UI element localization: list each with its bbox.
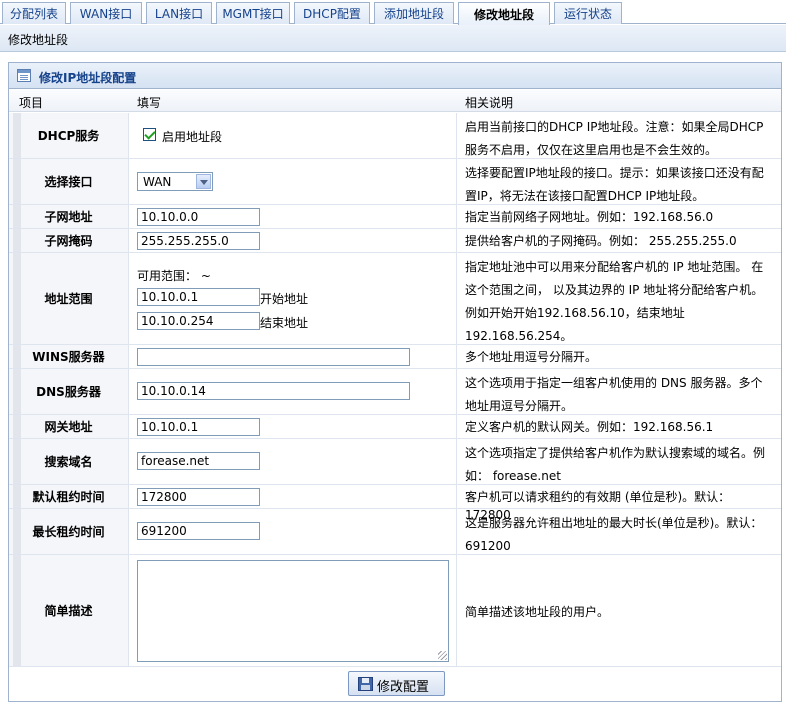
save-config-label: 修改配置 bbox=[377, 680, 430, 695]
row-description: 客户机可以请求租约的有效期 (单位是秒)。默认：172800 bbox=[465, 490, 731, 522]
row-label: WINS服务器 bbox=[9, 345, 129, 368]
tab-mgmt-interface[interactable]: MGMT接口 bbox=[216, 2, 290, 24]
range-start-label: 开始地址 bbox=[260, 292, 309, 306]
row-fill bbox=[129, 555, 457, 666]
config-panel: 修改IP地址段配置 项目 填写 相关说明 DHCP服务 启用地址段 启用当前接口… bbox=[8, 62, 782, 702]
description-textarea[interactable] bbox=[137, 560, 449, 662]
table-row-default-lease: 默认租约时间 172800 客户机可以请求租约的有效期 (单位是秒)。默认：17… bbox=[9, 485, 781, 522]
range-start-input[interactable]: 10.10.0.1 bbox=[137, 288, 260, 306]
search-domain-input[interactable]: forease.net bbox=[137, 452, 260, 470]
row-description: 这个选项用于指定一组客户机使用的 DNS 服务器。多个地址用逗号分隔开。 bbox=[465, 376, 763, 413]
row-description: 指定地址池中可以用来分配给客户机的 IP 地址范围。 在这个范围之间， 以及其边… bbox=[465, 260, 764, 343]
table-row-max-lease: 最长租约时间 691200 这是服务器允许租出地址的最大时长(单位是秒)。默认：… bbox=[9, 509, 781, 555]
chevron-down-icon[interactable] bbox=[196, 174, 211, 189]
row-description: 提供给客户机的子网掩码。例如： 255.255.255.0 bbox=[465, 234, 737, 248]
interface-select-value: WAN bbox=[143, 175, 172, 189]
row-fill: 691200 bbox=[129, 509, 457, 554]
table-header: 项目 填写 相关说明 bbox=[9, 90, 781, 112]
save-disk-icon bbox=[358, 677, 373, 691]
row-label: 默认租约时间 bbox=[9, 485, 129, 508]
row-fill: 255.255.255.0 bbox=[129, 229, 457, 252]
row-fill: 10.10.0.14 bbox=[129, 369, 457, 414]
page-title: 修改地址段 bbox=[8, 33, 69, 47]
row-fill: 10.10.0.1 bbox=[129, 415, 457, 438]
available-range-text: 可用范围： ~ bbox=[137, 269, 211, 283]
row-description: 多个地址用逗号分隔开。 bbox=[465, 350, 598, 364]
row-label: DHCP服务 bbox=[9, 113, 129, 158]
row-label: 选择接口 bbox=[9, 159, 129, 204]
row-description: 指定当前网络子网地址。例如：192.168.56.0 bbox=[465, 210, 714, 224]
row-fill: WAN bbox=[129, 159, 457, 204]
panel-title: 修改IP地址段配置 bbox=[39, 71, 137, 85]
table-row-netmask: 子网掩码 255.255.255.0 提供给客户机的子网掩码。例如： 255.2… bbox=[9, 229, 781, 253]
subnet-input[interactable]: 10.10.0.0 bbox=[137, 208, 260, 226]
row-fill: 172800 bbox=[129, 485, 457, 508]
tab-lan-interface[interactable]: LAN接口 bbox=[146, 2, 212, 24]
row-label: 地址范围 bbox=[9, 253, 129, 344]
panel-header: 修改IP地址段配置 bbox=[9, 63, 781, 89]
wins-server-input[interactable] bbox=[137, 348, 410, 366]
form-footer: 修改配置 bbox=[9, 666, 781, 701]
row-description: 简单描述该地址段的用户。 bbox=[465, 604, 610, 619]
resize-grip-icon[interactable] bbox=[438, 651, 447, 660]
row-label: 最长租约时间 bbox=[9, 509, 129, 554]
range-end-input[interactable]: 10.10.0.254 bbox=[137, 312, 260, 330]
interface-select[interactable]: WAN bbox=[137, 172, 213, 191]
tab-bar: 分配列表 WAN接口 LAN接口 MGMT接口 DHCP配置 添加地址段 修改地… bbox=[0, 0, 786, 25]
table-row-subnet: 子网地址 10.10.0.0 指定当前网络子网地址。例如：192.168.56.… bbox=[9, 205, 781, 229]
enable-range-label: 启用地址段 bbox=[162, 130, 223, 144]
column-header-item: 项目 bbox=[19, 96, 44, 110]
row-label: 子网地址 bbox=[9, 205, 129, 228]
row-description: 这是服务器允许租出地址的最大时长(单位是秒)。默认：691200 bbox=[465, 516, 763, 553]
tab-run-status[interactable]: 运行状态 bbox=[554, 2, 622, 24]
tab-dhcp-config[interactable]: DHCP配置 bbox=[294, 2, 370, 24]
table-row-dns: DNS服务器 10.10.0.14 这个选项用于指定一组客户机使用的 DNS 服… bbox=[9, 369, 781, 415]
row-description: 定义客户机的默认网关。例如：192.168.56.1 bbox=[465, 420, 714, 434]
tab-edit-range[interactable]: 修改地址段 bbox=[458, 2, 550, 25]
tab-allocation-list[interactable]: 分配列表 bbox=[2, 2, 66, 24]
tab-wan-interface[interactable]: WAN接口 bbox=[70, 2, 142, 24]
table-row-interface: 选择接口 WAN 选择要配置IP地址段的接口。提示：如果该接口还没有配置IP，将… bbox=[9, 159, 781, 205]
save-config-button[interactable]: 修改配置 bbox=[348, 671, 445, 696]
row-fill bbox=[129, 345, 457, 368]
row-label: 网关地址 bbox=[9, 415, 129, 438]
row-label: 简单描述 bbox=[9, 555, 129, 666]
row-description: 启用当前接口的DHCP IP地址段。注意：如果全局DHCP服务不启用，仅仅在这里… bbox=[465, 120, 764, 157]
row-description: 选择要配置IP地址段的接口。提示：如果该接口还没有配置IP，将无法在该接口配置D… bbox=[465, 166, 764, 203]
tab-add-range[interactable]: 添加地址段 bbox=[374, 2, 454, 24]
row-fill: 可用范围： ~ 10.10.0.1 开始地址 10.10.0.254 结束地址 bbox=[129, 253, 457, 344]
table-row-dhcp-service: DHCP服务 启用地址段 启用当前接口的DHCP IP地址段。注意：如果全局DH… bbox=[9, 113, 781, 159]
row-label: 子网掩码 bbox=[9, 229, 129, 252]
table-row-gateway: 网关地址 10.10.0.1 定义客户机的默认网关。例如：192.168.56.… bbox=[9, 415, 781, 439]
row-label: 搜索域名 bbox=[9, 439, 129, 484]
page-header: 修改地址段 bbox=[0, 25, 786, 52]
row-fill: 10.10.0.0 bbox=[129, 205, 457, 228]
range-end-label: 结束地址 bbox=[260, 316, 309, 330]
enable-range-checkbox[interactable] bbox=[143, 128, 156, 141]
table-row-description: 简单描述 简单描述该地址段的用户。 bbox=[9, 555, 781, 667]
table-icon bbox=[17, 69, 31, 82]
column-header-fill: 填写 bbox=[137, 96, 162, 110]
table-row-wins: WINS服务器 多个地址用逗号分隔开。 bbox=[9, 345, 781, 369]
row-description: 这个选项指定了提供给客户机作为默认搜索域的域名。例如： forease.net bbox=[465, 446, 766, 483]
max-lease-input[interactable]: 691200 bbox=[137, 522, 260, 540]
column-header-desc: 相关说明 bbox=[465, 96, 514, 110]
row-label: DNS服务器 bbox=[9, 369, 129, 414]
row-fill: forease.net bbox=[129, 439, 457, 484]
row-fill: 启用地址段 bbox=[129, 113, 457, 158]
default-lease-input[interactable]: 172800 bbox=[137, 488, 260, 506]
netmask-input[interactable]: 255.255.255.0 bbox=[137, 232, 260, 250]
gateway-input[interactable]: 10.10.0.1 bbox=[137, 418, 260, 436]
table-row-address-range: 地址范围 可用范围： ~ 10.10.0.1 开始地址 10.10.0.254 … bbox=[9, 253, 781, 345]
dns-server-input[interactable]: 10.10.0.14 bbox=[137, 382, 410, 400]
table-row-search-domain: 搜索域名 forease.net 这个选项指定了提供给客户机作为默认搜索域的域名… bbox=[9, 439, 781, 485]
